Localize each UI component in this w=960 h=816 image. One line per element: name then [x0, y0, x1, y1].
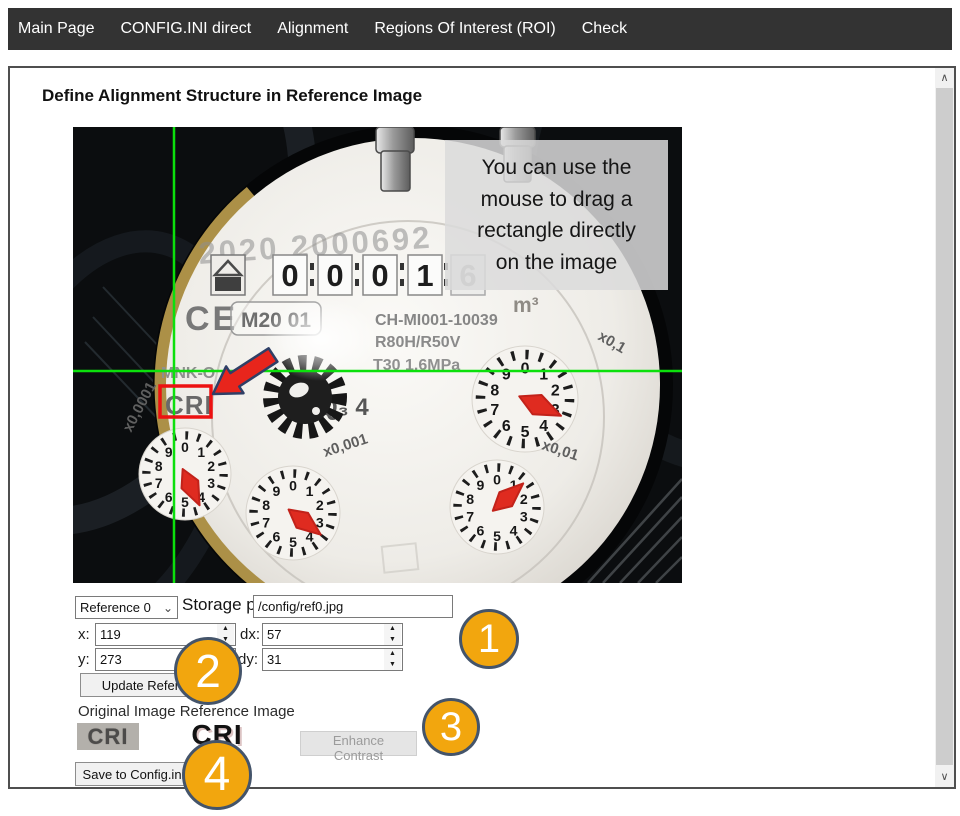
- svg-text:1: 1: [416, 258, 433, 293]
- svg-text:0: 0: [289, 477, 297, 493]
- drag-hint-overlay: You can use the mouse to drag a rectangl…: [445, 140, 668, 290]
- svg-text:2: 2: [316, 497, 324, 513]
- annotation-circle-4: 4: [182, 740, 252, 810]
- svg-text:7: 7: [490, 402, 499, 419]
- svg-text:9: 9: [502, 367, 511, 384]
- svg-text:0: 0: [371, 258, 388, 293]
- svg-text:6: 6: [502, 418, 511, 435]
- nav-main-page[interactable]: Main Page: [8, 20, 108, 38]
- svg-text:7: 7: [262, 514, 270, 530]
- dx-label: dx:: [240, 626, 260, 643]
- svg-text:8: 8: [155, 459, 163, 474]
- dx-spinner-up-icon[interactable]: ▲: [384, 624, 401, 635]
- x-spinner-up-icon[interactable]: ▲: [217, 624, 234, 635]
- svg-text:1: 1: [197, 445, 205, 460]
- dx-input[interactable]: [263, 624, 381, 645]
- svg-text:0: 0: [521, 361, 530, 378]
- scrollbar-thumb[interactable]: [936, 88, 953, 765]
- svg-text:8: 8: [466, 491, 474, 507]
- svg-text:CE: CE: [185, 300, 238, 338]
- dy-input[interactable]: [263, 649, 381, 670]
- dy-spinner-up-icon[interactable]: ▲: [384, 649, 401, 660]
- svg-text:4: 4: [510, 522, 518, 538]
- svg-text:7: 7: [155, 476, 163, 491]
- annotation-circle-2: 2: [174, 637, 242, 705]
- svg-text:6: 6: [477, 522, 485, 538]
- annotation-circle-3: 3: [422, 698, 480, 756]
- svg-text:8: 8: [262, 497, 270, 513]
- reference-image-canvas[interactable]: 2020 2000692: [73, 127, 682, 583]
- svg-text:1: 1: [539, 367, 548, 384]
- nav-config-ini-direct[interactable]: CONFIG.INI direct: [108, 20, 265, 38]
- reference-select-value: Reference 0: [80, 600, 151, 615]
- page-title: Define Alignment Structure in Reference …: [42, 86, 422, 106]
- nav-check[interactable]: Check: [569, 20, 640, 38]
- svg-text:4: 4: [539, 418, 548, 435]
- x-label: x:: [78, 626, 90, 643]
- meter-unit: m³: [513, 294, 539, 317]
- svg-text:1: 1: [306, 483, 314, 499]
- svg-text:R80H/R50V: R80H/R50V: [375, 334, 461, 351]
- y-label: y:: [78, 651, 90, 668]
- top-nav: Main Page CONFIG.INI direct Alignment Re…: [8, 8, 952, 50]
- svg-text:CH-MI001-10039: CH-MI001-10039: [375, 312, 498, 329]
- scroll-up-icon[interactable]: ∧: [935, 68, 954, 88]
- vertical-scrollbar[interactable]: ∧ ∨: [935, 68, 954, 787]
- svg-text:6: 6: [273, 528, 281, 544]
- svg-text:0: 0: [326, 258, 343, 293]
- storage-path-input[interactable]: [253, 595, 453, 618]
- svg-text:3: 3: [207, 476, 215, 491]
- svg-text:9: 9: [477, 477, 485, 493]
- svg-text:2: 2: [551, 383, 560, 400]
- svg-text:5: 5: [521, 424, 530, 441]
- svg-text:5: 5: [181, 495, 189, 510]
- svg-text:0: 0: [493, 471, 501, 487]
- dx-input-wrap: ▲ ▼: [262, 623, 403, 646]
- svg-text:2: 2: [520, 491, 528, 507]
- svg-text:3: 3: [520, 508, 528, 524]
- svg-text:7: 7: [466, 508, 474, 524]
- reference-select[interactable]: Reference 0 ⌄: [75, 596, 178, 619]
- svg-text:2: 2: [207, 459, 215, 474]
- chevron-down-icon: ⌄: [163, 601, 173, 615]
- dy-spinner-down-icon[interactable]: ▼: [384, 660, 401, 671]
- original-image-thumbnail: CRI: [77, 723, 139, 750]
- page: Main Page CONFIG.INI direct Alignment Re…: [0, 0, 960, 816]
- svg-text:8: 8: [490, 383, 499, 400]
- svg-text:9: 9: [165, 445, 173, 460]
- svg-text:MNK-O: MNK-O: [161, 365, 215, 382]
- content-frame: Define Alignment Structure in Reference …: [8, 66, 956, 789]
- svg-text:5: 5: [493, 528, 501, 544]
- svg-text:6: 6: [165, 490, 173, 505]
- enhance-contrast-button[interactable]: Enhance Contrast: [300, 731, 417, 756]
- nav-alignment[interactable]: Alignment: [264, 20, 361, 38]
- nav-regions-of-interest[interactable]: Regions Of Interest (ROI): [361, 20, 568, 38]
- dx-spinner-down-icon[interactable]: ▼: [384, 635, 401, 646]
- svg-text:0: 0: [181, 440, 189, 455]
- svg-text:9: 9: [273, 483, 281, 499]
- svg-text:0: 0: [281, 258, 298, 293]
- annotation-circle-1: 1: [459, 609, 519, 669]
- svg-text:5: 5: [289, 534, 297, 550]
- dy-input-wrap: ▲ ▼: [262, 648, 403, 671]
- scroll-down-icon[interactable]: ∨: [935, 767, 954, 787]
- save-to-config-button[interactable]: Save to Config.ini: [75, 762, 192, 786]
